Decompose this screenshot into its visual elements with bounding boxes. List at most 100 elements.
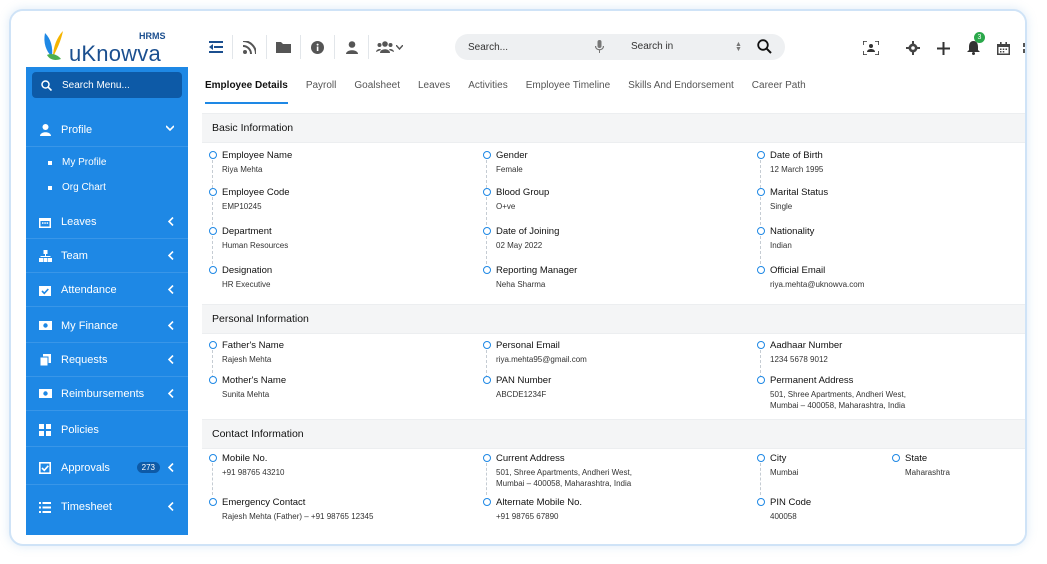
field-label: Employee Name — [222, 150, 293, 161]
sidebar-item-my-finance[interactable]: My Finance — [26, 309, 188, 343]
calendar-button[interactable] — [988, 37, 1018, 59]
approvals-icon — [38, 461, 52, 475]
sidebar-item-timesheet[interactable]: Timesheet — [26, 490, 188, 524]
notifications-button[interactable]: 3 — [958, 32, 988, 59]
sidebar-item-policies[interactable]: Policies — [26, 413, 188, 447]
search-icon — [41, 79, 52, 91]
field-label: Emergency Contact — [222, 497, 306, 508]
sidebar-item-reimbursements[interactable]: Reimbursements — [26, 377, 188, 411]
timeline-dot — [892, 454, 900, 462]
more-icon — [1023, 43, 1025, 53]
sidebar-item-label: Requests — [61, 353, 108, 366]
timeline-connector — [212, 350, 213, 378]
sidebar-item-profile[interactable]: Profile — [26, 113, 188, 147]
chevron-left-icon — [168, 321, 174, 330]
timeline-connector — [212, 463, 213, 495]
overflow-indicator[interactable] — [1018, 37, 1025, 59]
feed-button[interactable] — [233, 35, 267, 59]
tab-activities[interactable]: Activities — [468, 73, 507, 101]
timeline-dot — [209, 454, 217, 462]
timeline-dot — [209, 188, 217, 196]
field-label: Marital Status — [770, 187, 829, 198]
sidebar-item-approvals[interactable]: Approvals 273 — [26, 451, 188, 485]
timeline-connector — [212, 160, 213, 188]
field-value: +91 98765 67890 — [496, 512, 559, 521]
approvals-count-badge: 273 — [136, 462, 160, 473]
chevron-left-icon — [168, 285, 174, 294]
field-value: 12 March 1995 — [770, 165, 824, 174]
sidebar-item-requests[interactable]: Requests — [26, 343, 188, 377]
field-label: Employee Code — [222, 187, 290, 198]
requests-icon — [38, 353, 52, 367]
field-label: Gender — [496, 150, 528, 161]
field-label: City — [770, 453, 787, 464]
timeline-connector — [760, 160, 761, 188]
field-value: +91 98765 43210 — [222, 468, 285, 477]
team-icon — [38, 249, 52, 263]
chevron-left-icon — [168, 251, 174, 260]
timeline-dot — [483, 227, 491, 235]
field-value: Rajesh Mehta (Father) – +91 98765 12345 — [222, 512, 374, 521]
chevron-left-icon — [168, 355, 174, 364]
timeline-dot — [483, 151, 491, 159]
info-button[interactable] — [301, 35, 335, 59]
sidebar-subitem-my-profile[interactable]: My Profile — [48, 157, 106, 168]
field-label: Department — [222, 226, 272, 237]
timeline-connector — [486, 236, 487, 264]
settings-button[interactable] — [898, 37, 928, 59]
timeline-connector — [760, 463, 761, 495]
select-arrows-icon: ▲ ▼ — [735, 41, 742, 53]
timeline-dot — [757, 227, 765, 235]
search-scope-select[interactable]: Search in — [631, 41, 673, 52]
policies-icon — [38, 423, 52, 437]
tab-employee-timeline[interactable]: Employee Timeline — [526, 73, 610, 101]
timeline-connector — [212, 197, 213, 225]
chevron-left-icon — [168, 217, 174, 226]
sidebar-item-attendance[interactable]: Attendance — [26, 273, 188, 307]
field-label: Alternate Mobile No. — [496, 497, 583, 508]
search-icon[interactable] — [757, 39, 772, 54]
tab-skills-and-endorsement[interactable]: Skills And Endorsement — [628, 73, 734, 101]
tab-payroll[interactable]: Payroll — [306, 73, 337, 101]
timeline-dot — [209, 266, 217, 274]
search-input[interactable] — [468, 41, 588, 53]
timeline-dot — [757, 498, 765, 506]
profile-button[interactable] — [335, 35, 369, 59]
team-dropdown[interactable] — [369, 35, 409, 59]
scan-button[interactable] — [856, 37, 886, 59]
tab-career-path[interactable]: Career Path — [752, 73, 806, 101]
field-value: HR Executive — [222, 280, 271, 289]
field-value: Indian — [770, 241, 792, 250]
field-label: Date of Birth — [770, 150, 823, 161]
notification-count-badge: 3 — [974, 32, 985, 43]
menu-toggle-button[interactable] — [199, 35, 233, 59]
field-value: Single — [770, 202, 793, 211]
timesheet-icon — [38, 500, 52, 514]
field-value: EMP10245 — [222, 202, 262, 211]
timeline-dot — [483, 341, 491, 349]
timeline-dot — [209, 376, 217, 384]
timeline-dot — [757, 341, 765, 349]
logo-icon — [44, 31, 63, 60]
search-menu-input[interactable]: Search Menu... — [32, 72, 182, 98]
tab-employee-details[interactable]: Employee Details — [205, 73, 288, 104]
documents-button[interactable] — [267, 35, 301, 59]
section-header-personal: Personal Information — [202, 304, 1025, 334]
sidebar-item-team[interactable]: Team — [26, 239, 188, 273]
sidebar-item-label: Attendance — [61, 283, 117, 296]
timeline-connector — [760, 236, 761, 264]
microphone-icon[interactable] — [595, 40, 604, 53]
tab-goalsheet[interactable]: Goalsheet — [354, 73, 400, 101]
menu-collapse-icon — [208, 41, 223, 53]
sidebar-subitem-org-chart[interactable]: Org Chart — [48, 182, 106, 193]
add-button[interactable] — [928, 37, 958, 59]
sidebar-item-leaves[interactable]: Leaves — [26, 205, 188, 239]
field-label: Official Email — [770, 265, 826, 276]
field-label: Permanent Address — [770, 375, 854, 386]
toolbar-left — [199, 35, 409, 59]
field-label: Reporting Manager — [496, 265, 578, 276]
chevron-left-icon — [168, 502, 174, 511]
logo[interactable]: uKnowva HRMS — [41, 29, 181, 69]
calendar-icon — [38, 215, 52, 229]
tab-leaves[interactable]: Leaves — [418, 73, 450, 101]
